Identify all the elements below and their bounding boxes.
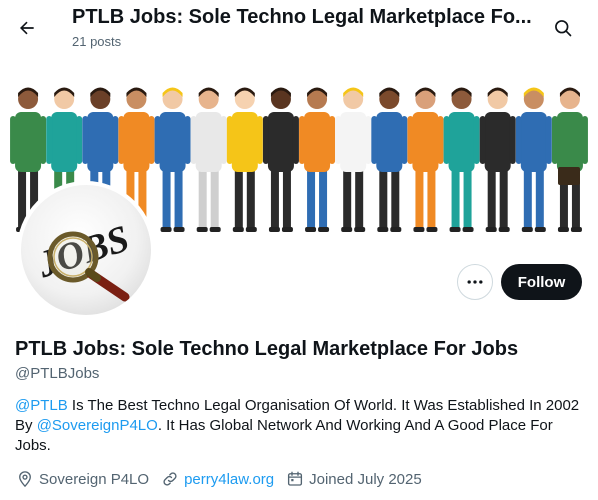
worker-figure <box>443 87 480 232</box>
worker-figure <box>335 87 372 232</box>
search-button[interactable] <box>546 11 580 45</box>
bio: @PTLB Is The Best Techno Legal Organisat… <box>15 396 583 456</box>
worker-figure <box>299 87 336 232</box>
worker-figure <box>190 87 227 232</box>
location-text: Sovereign P4LO <box>39 470 150 488</box>
jobs-logo: JOBS <box>32 218 134 302</box>
briefcase <box>558 167 580 185</box>
back-button[interactable] <box>10 11 44 45</box>
profile-meta: Sovereign P4LO perry4law.org Joined July… <box>16 468 434 490</box>
location-pin-icon <box>19 471 31 488</box>
worker-figure <box>371 87 408 232</box>
link-icon <box>163 472 177 486</box>
posts-count: 21 posts <box>72 34 122 49</box>
worker-figure <box>515 87 552 232</box>
display-name: PTLB Jobs: Sole Techno Legal Marketplace… <box>15 338 519 360</box>
worker-figure <box>551 87 588 232</box>
top-bar: PTLB Jobs: Sole Techno Legal Marketplace… <box>0 0 598 58</box>
search-icon <box>555 20 572 37</box>
location-item: Sovereign P4LO <box>16 470 149 488</box>
joined-text: Joined July 2025 <box>309 470 422 488</box>
more-options-button[interactable] <box>457 264 493 300</box>
worker-figure <box>226 87 263 232</box>
more-dots-icon <box>467 280 483 284</box>
joined-item: Joined July 2025 <box>286 470 422 488</box>
worker-figure <box>262 87 299 232</box>
arrow-left-icon <box>20 21 34 35</box>
worker-figure <box>479 87 516 232</box>
header-title: PTLB Jobs: Sole Techno Legal Marketplace… <box>72 6 532 28</box>
mention-sovereignp4lo-link[interactable]: @SovereignP4LO <box>37 417 158 434</box>
website-link[interactable]: perry4law.org <box>184 471 274 488</box>
calendar-icon <box>288 471 303 486</box>
worker-figure <box>407 87 444 232</box>
worker-figure <box>154 87 191 232</box>
website-item: perry4law.org <box>161 470 274 488</box>
mention-ptlb-link[interactable]: @PTLB <box>15 397 68 414</box>
avatar[interactable]: JOBS <box>17 181 155 319</box>
follow-button[interactable]: Follow <box>501 264 582 300</box>
handle: @PTLBJobs <box>15 365 100 382</box>
